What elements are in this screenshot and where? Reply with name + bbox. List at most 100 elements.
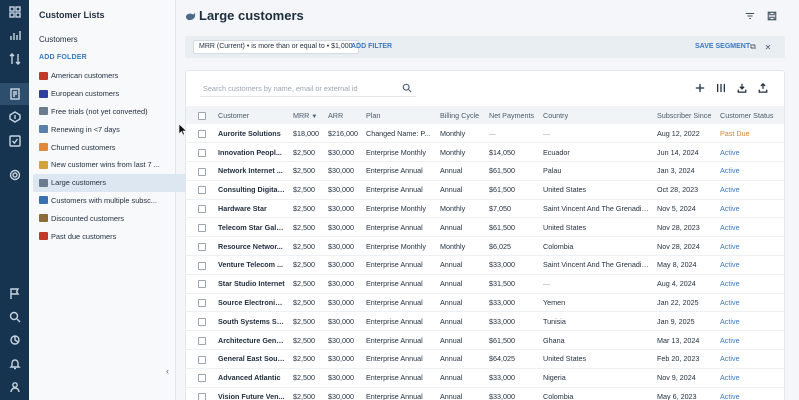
dashboard-icon[interactable] [0, 1, 29, 23]
collapse-sidebar-chevron-icon[interactable]: ‹ [166, 366, 178, 380]
reports-icon[interactable] [0, 24, 29, 46]
sidebar-list-item[interactable]: Past due customers [33, 227, 193, 245]
row-checkbox[interactable] [198, 355, 206, 364]
cell-customer[interactable]: General East Source [214, 349, 289, 369]
add-folder-button[interactable]: ADD FOLDER [39, 54, 87, 61]
row-checkbox[interactable] [198, 336, 206, 345]
flag-icon[interactable] [0, 283, 29, 305]
select-all-checkbox[interactable] [198, 111, 206, 120]
cell-customer[interactable]: Innovation Peopl... [214, 142, 289, 163]
cell-customer[interactable]: Source Electronic... [214, 293, 289, 313]
table-row[interactable]: Network Internet ... $2,500 $30,000 Enterpr… [186, 161, 784, 181]
transactions-icon[interactable] [0, 48, 29, 70]
row-checkbox[interactable] [198, 223, 206, 232]
table-row[interactable]: Resource Networ... $2,500 $30,000 Enterpris… [186, 236, 784, 257]
cell-customer[interactable]: Resource Networ... [214, 236, 289, 257]
sidebar-list-item[interactable]: Discounted customers [33, 209, 193, 227]
cell-mrr: $2,500 [289, 349, 324, 369]
table-row[interactable]: General East Source $2,500 $30,000 Enterpri… [186, 349, 784, 369]
row-checkbox[interactable] [198, 261, 206, 270]
copy-icon[interactable]: ⧉ [747, 41, 759, 53]
cell-plan: Enterprise Annual [362, 368, 436, 388]
row-checkbox[interactable] [198, 393, 206, 400]
settings-icon[interactable] [0, 164, 29, 186]
table-row[interactable]: Advanced Atlantic $2,500 $30,000 Enterprise… [186, 368, 784, 388]
column-header-customer[interactable]: Customer [214, 106, 289, 124]
upload-button[interactable] [755, 80, 771, 96]
row-checkbox[interactable] [198, 186, 206, 195]
billing-icon[interactable] [0, 106, 29, 128]
search-icon[interactable] [0, 306, 29, 328]
customer-lists-icon[interactable] [0, 83, 29, 105]
sidebar-list-item[interactable]: American customers [33, 67, 193, 85]
cell-country: Colombia [539, 387, 653, 400]
cell-customer[interactable]: Consulting Digital... [214, 180, 289, 200]
table-row[interactable]: Hardware Star $2,500 $30,000 Enterprise Mon… [186, 199, 784, 219]
columns-button[interactable] [713, 80, 729, 96]
cell-customer[interactable]: Telecom Star Galaxy [214, 217, 289, 238]
table-row[interactable]: Source Electronic... $2,500 $30,000 Enterpr… [186, 293, 784, 313]
table-row[interactable]: Architecture Gene... $2,500 $30,000 Enterpr… [186, 330, 784, 351]
table-row[interactable]: Aurorite Solutions $18,000 $216,000 Changed… [186, 124, 784, 144]
close-icon[interactable]: ✕ [762, 41, 774, 53]
row-checkbox[interactable] [198, 317, 206, 326]
download-button[interactable] [734, 80, 750, 96]
list-emoji-icon [39, 143, 48, 152]
tasks-icon[interactable] [0, 130, 29, 152]
sidebar-list-item[interactable]: Churned customers [33, 138, 193, 156]
search-input[interactable] [200, 80, 395, 96]
table-row[interactable]: Consulting Digital... $2,500 $30,000 Enterp… [186, 180, 784, 200]
table-row[interactable]: Telecom Star Galaxy $2,500 $30,000 Enterpri… [186, 217, 784, 238]
column-header-mrr[interactable]: MRR ▼ [289, 106, 324, 124]
sidebar-list-item-label: Customers with multiple subsc... [51, 195, 157, 205]
save-button[interactable] [763, 8, 781, 24]
profile-icon[interactable] [0, 376, 29, 398]
column-header-billing-cycle[interactable]: Billing Cycle [436, 106, 485, 124]
row-checkbox[interactable] [198, 205, 206, 214]
sidebar-list-item[interactable]: Large customers [33, 173, 193, 192]
column-header-subscriber-since[interactable]: Subscriber Since [653, 106, 716, 124]
sidebar-list-item[interactable]: European customers [33, 85, 193, 103]
table-row[interactable]: South Systems Star $2,500 $30,000 Enterpris… [186, 311, 784, 332]
cell-customer-status: Active [716, 368, 784, 388]
search-icon[interactable] [402, 83, 412, 93]
cell-customer[interactable]: South Systems Star [214, 311, 289, 332]
sidebar-list-item[interactable]: Customers with multiple subsc... [33, 192, 193, 210]
row-checkbox[interactable] [198, 374, 206, 383]
row-checkbox[interactable] [198, 148, 206, 157]
add-filter-button[interactable]: ADD FILTER [351, 43, 392, 50]
cell-customer[interactable]: Star Studio Internet [214, 274, 289, 294]
sidebar-list-item[interactable]: Free trials (not yet converted) [33, 103, 193, 121]
row-checkbox[interactable] [198, 299, 206, 308]
column-header-plan[interactable]: Plan [362, 106, 436, 124]
sidebar-list-item[interactable]: Renewing in <7 days [33, 120, 193, 138]
row-checkbox[interactable] [198, 129, 206, 138]
column-header-country[interactable]: Country [539, 106, 653, 124]
row-checkbox[interactable] [198, 167, 206, 176]
filter-toggle-button[interactable] [741, 8, 759, 24]
column-header-customer-status[interactable]: Customer Status [716, 106, 784, 124]
row-checkbox[interactable] [198, 280, 206, 289]
save-segment-button[interactable]: SAVE SEGMENT [695, 43, 750, 50]
cell-customer[interactable]: Architecture Gene... [214, 330, 289, 351]
table-row[interactable]: Star Studio Internet $2,500 $30,000 Enterpr… [186, 274, 784, 294]
cell-customer[interactable]: Advanced Atlantic [214, 368, 289, 388]
row-checkbox[interactable] [198, 242, 206, 251]
cell-customer[interactable]: Aurorite Solutions [214, 124, 289, 144]
row-select-cell [186, 387, 214, 400]
cell-customer[interactable]: Vision Future Ven... [214, 387, 289, 400]
table-row[interactable]: Vision Future Ven... $2,500 $30,000 Enterpr… [186, 387, 784, 400]
filter-chip-mrr[interactable]: MRR (Current) • is more than or equal to… [193, 40, 359, 54]
column-header-arr[interactable]: ARR [324, 106, 362, 124]
sidebar-list-item[interactable]: New customer wins from last 7 ... [33, 156, 193, 174]
cell-customer[interactable]: Network Internet ... [214, 161, 289, 181]
add-customer-button[interactable] [692, 80, 708, 96]
notifications-icon[interactable] [0, 353, 29, 375]
cell-customer[interactable]: Venture Telecom ... [214, 255, 289, 275]
column-header-net-payments[interactable]: Net Payments [485, 106, 539, 124]
integrations-icon[interactable] [0, 329, 29, 351]
table-row[interactable]: Venture Telecom ... $2,500 $30,000 Enterpri… [186, 255, 784, 275]
cell-customer[interactable]: Hardware Star [214, 199, 289, 219]
table-row[interactable]: Innovation Peopl... $2,500 $30,000 Enterpri… [186, 142, 784, 163]
sidebar-item-customers[interactable]: Customers [39, 35, 78, 44]
